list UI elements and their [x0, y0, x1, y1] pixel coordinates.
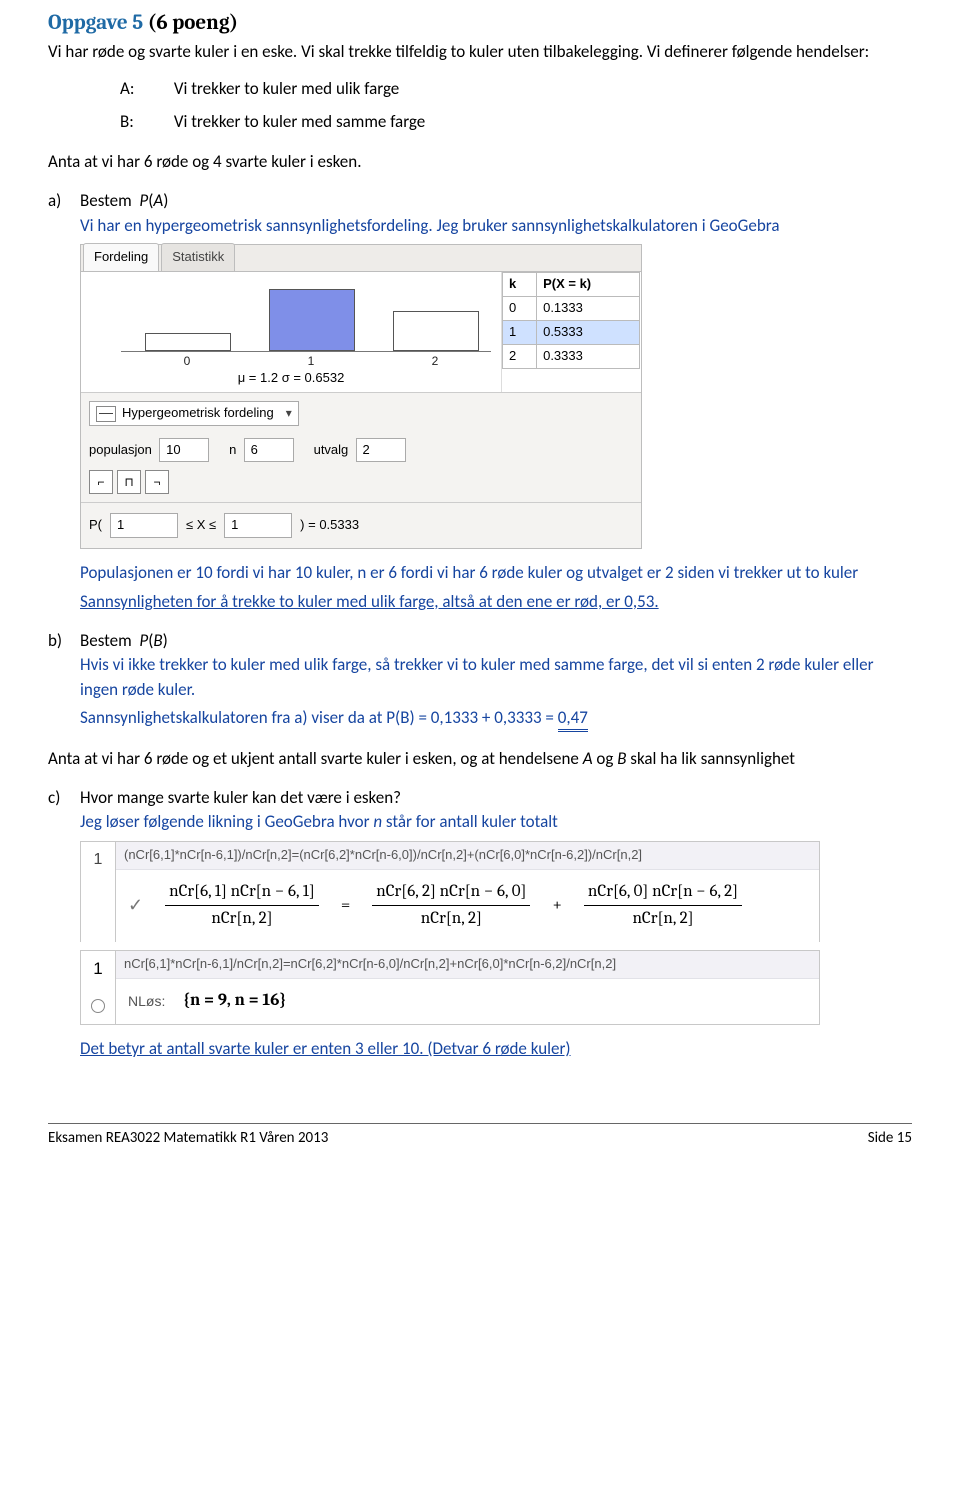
bar-1	[269, 289, 355, 351]
cas-input-1[interactable]: (nCr[6,1]*nCr[n-6,1])/nCr[n,2]=(nCr[6,2]…	[116, 842, 819, 870]
th-p: P(X = k)	[537, 273, 640, 297]
param-pop-label: populasjon	[89, 442, 152, 457]
item-c-marker: c)	[48, 786, 80, 1062]
cas-row-number: 1	[81, 842, 116, 942]
chart-stats: μ = 1.2 σ = 0.6532	[238, 369, 345, 388]
th-k: k	[503, 273, 537, 297]
item-c-task: Hvor mange svarte kuler kan det være i e…	[80, 786, 912, 811]
item-b-answer-1: Hvis vi ikke trekker to kuler med ulik f…	[80, 653, 912, 702]
table-row: 10.5333	[503, 320, 640, 344]
cas-output-2: NLøs: {n = 9, n = 16}	[116, 979, 819, 1024]
item-a-answer-1: Vi har en hypergeometrisk sannsynlighets…	[80, 214, 912, 239]
footer-right: Side 15	[868, 1128, 912, 1150]
geogebra-cas: 1 (nCr[6,1]*nCr[n-6,1])/nCr[n,2]=(nCr[6,…	[80, 841, 820, 1025]
distribution-select[interactable]: Hypergeometrisk fordeling	[89, 401, 299, 426]
page-footer: Eksamen REA3022 Matematikk R1 Våren 2013…	[48, 1123, 912, 1150]
cas-output-1: ✓ nCr[6, 1] nCr[n − 6, 1]nCr[n, 2] = nCr…	[116, 870, 819, 942]
table-row: 20.3333	[503, 344, 640, 368]
probability-expression: P( 1 ≤ X ≤ 1 ) = 0.5333	[81, 502, 641, 548]
item-a-task: Bestem P(A)	[80, 189, 912, 214]
bar-0	[145, 333, 231, 351]
event-a-label: A:	[120, 77, 170, 102]
event-b-label: B:	[120, 110, 170, 135]
intro-text: Vi har røde og svarte kuler i en eske. V…	[48, 40, 912, 65]
param-u-label: utvalg	[314, 442, 349, 457]
cas-marble-icon	[91, 999, 105, 1013]
param-n-label: n	[229, 442, 236, 457]
interval-b-input[interactable]: 1	[224, 513, 292, 538]
item-c-answer-1: Jeg løser følgende likning i GeoGebra hv…	[80, 810, 912, 835]
assumption-2: Anta at vi har 6 røde og et ukjent antal…	[48, 747, 912, 772]
param-n-input[interactable]: 6	[244, 438, 294, 463]
cas-solve-result: {n = 9, n = 16}	[183, 989, 286, 1014]
distribution-chart: 0 1 2 μ = 1.2 σ = 0.6532	[81, 272, 502, 392]
interval-a-input[interactable]: 1	[110, 513, 178, 538]
item-a-population-note: Populasjonen er 10 fordi vi har 10 kuler…	[80, 561, 912, 586]
item-c-conclusion: Det betyr at antall svarte kuler er ente…	[80, 1037, 912, 1062]
table-row: 00.1333	[503, 297, 640, 321]
item-a-marker: a)	[48, 189, 80, 615]
param-u-input[interactable]: 2	[356, 438, 406, 463]
event-a-text: Vi trekker to kuler med ulik farge	[174, 78, 399, 99]
tab-statistics[interactable]: Statistikk	[161, 243, 235, 271]
item-b-marker: b)	[48, 629, 80, 732]
distribution-select-label: Hypergeometrisk fordeling	[122, 404, 274, 423]
tab-distribution[interactable]: Fordeling	[83, 243, 159, 271]
param-pop-input[interactable]: 10	[159, 438, 209, 463]
tick-2: 2	[432, 353, 439, 370]
bar-2	[393, 311, 479, 351]
geogebra-probability-calculator: Fordeling Statistikk 0 1 2 μ = 1.2	[80, 244, 642, 549]
title-points: (6 poeng)	[148, 11, 238, 35]
event-b-text: Vi trekker to kuler med samme farge	[174, 111, 425, 132]
item-a-conclusion: Sannsynligheten for å trekke to kuler me…	[80, 590, 912, 615]
interval-between-button[interactable]: ⊓	[117, 470, 141, 494]
item-b-answer-2: Sannsynlighetskalkulatoren fra a) viser …	[80, 706, 912, 731]
check-icon: ✓	[128, 893, 143, 919]
cas-input-2[interactable]: nCr[6,1]*nCr[n-6,1]/nCr[n,2]=nCr[6,2]*nC…	[116, 951, 819, 979]
interval-right-button[interactable]: ¬	[145, 470, 169, 494]
tick-1: 1	[308, 353, 315, 370]
cas-solve-label: NLøs:	[128, 991, 165, 1011]
interval-left-button[interactable]: ⌐	[89, 470, 113, 494]
footer-left: Eksamen REA3022 Matematikk R1 Våren 2013	[48, 1128, 328, 1150]
tick-0: 0	[184, 353, 191, 370]
probability-table: kP(X = k) 00.1333 10.5333 20.3333	[502, 272, 640, 392]
event-definitions: A: Vi trekker to kuler med ulik farge B:…	[120, 77, 912, 134]
item-b-task: Bestem P(B)	[80, 629, 912, 654]
item-b-result: 0,47	[558, 707, 588, 732]
title-label: Oppgave 5	[48, 11, 143, 35]
cas-row-number: 1	[81, 951, 115, 987]
distribution-shape-icon	[96, 406, 116, 422]
assumption-1: Anta at vi har 6 røde og 4 svarte kuler …	[48, 150, 912, 175]
task-title: Oppgave 5 (6 poeng)	[48, 8, 912, 38]
